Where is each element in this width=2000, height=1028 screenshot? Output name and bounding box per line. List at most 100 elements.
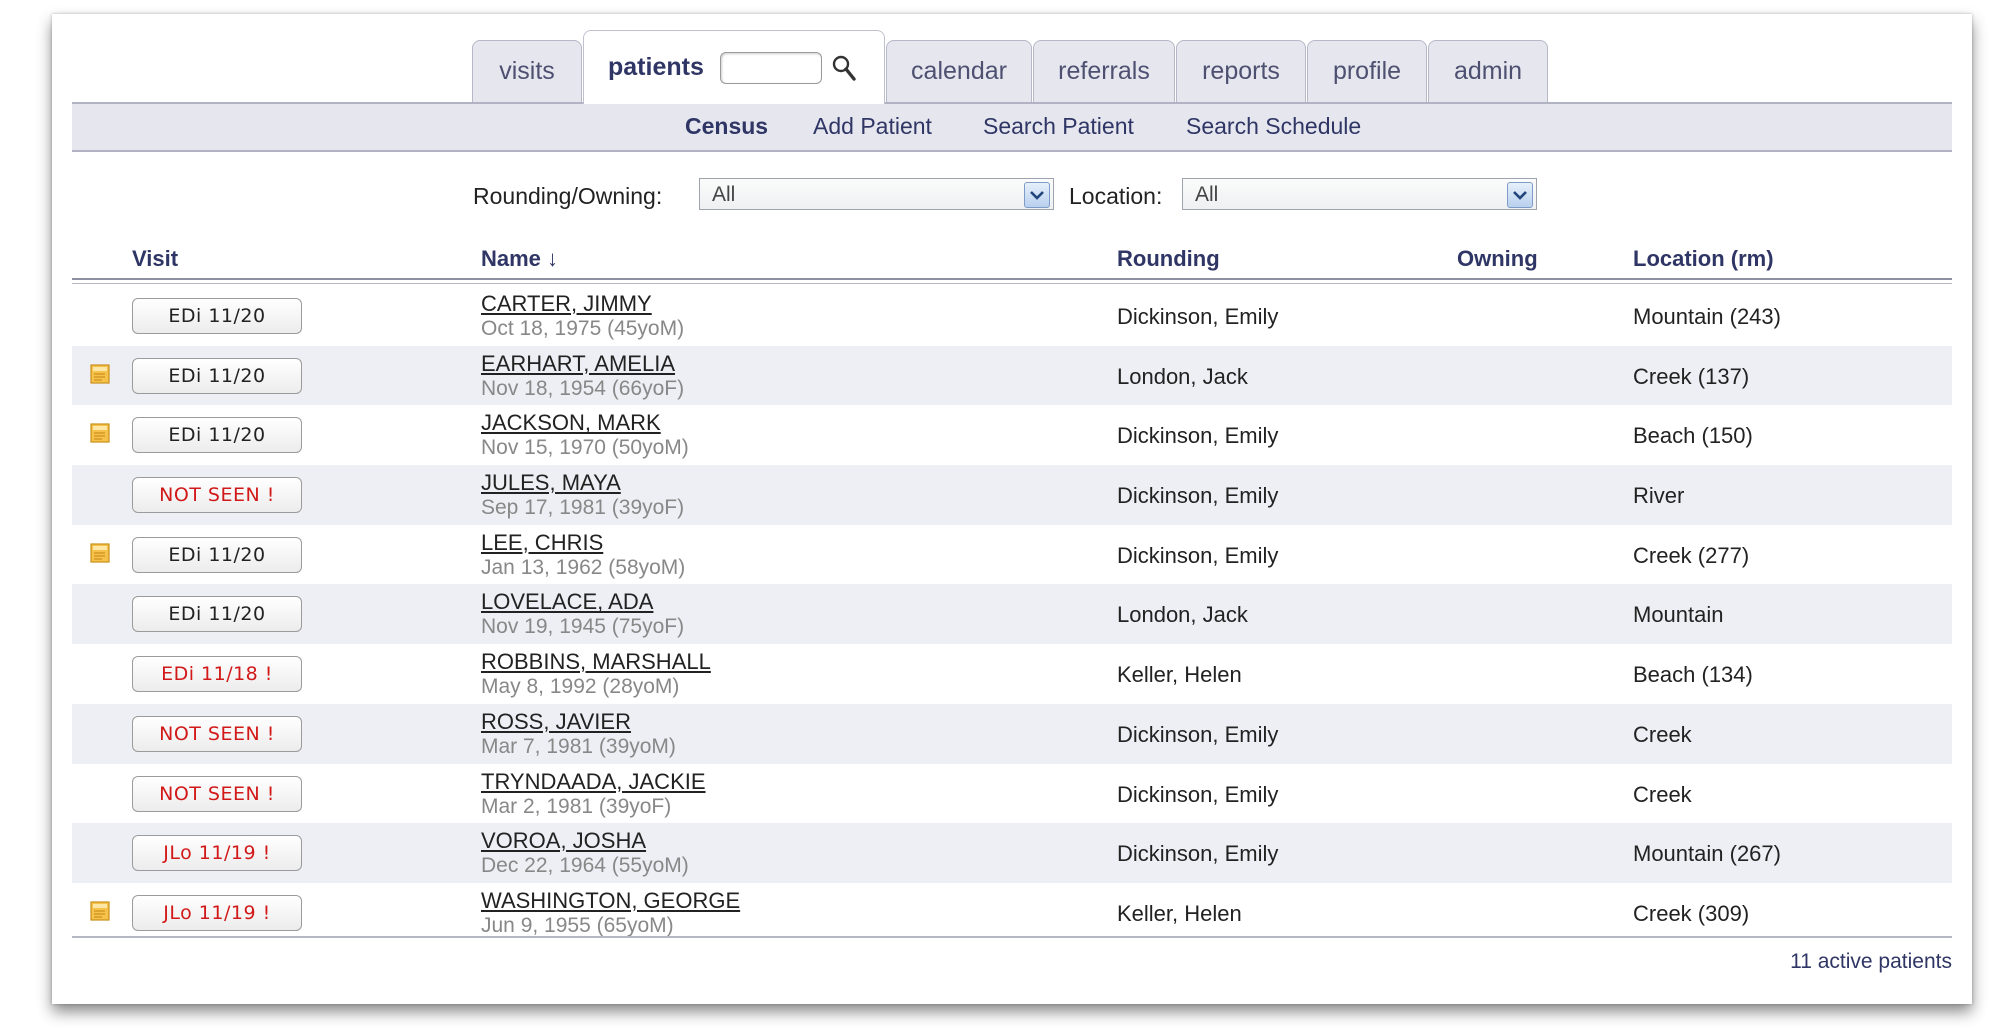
table-row: EDi 11/20 EARHART, AMELIA Nov 18, 1954 (66… (72, 345, 1952, 406)
visit-button[interactable]: EDi 11/18 ! (132, 656, 302, 693)
visit-button[interactable]: NOT SEEN ! (132, 775, 302, 812)
patient-dob: Nov 15, 1970 (50yoM) (481, 436, 689, 460)
location-select[interactable]: All (1182, 178, 1537, 210)
table-row: EDi 11/20 JACKSON, MARK Nov 15, 1970 (50yo… (72, 405, 1952, 465)
location-label: Location: (1069, 183, 1163, 209)
patient-location: Beach (150) (1633, 423, 1753, 449)
tab-admin[interactable]: admin (1428, 40, 1548, 102)
tab-visits[interactable]: visits (472, 40, 582, 102)
patient-location: Creek (309) (1633, 900, 1750, 926)
census-filters: Rounding/Owning: All Location: All (72, 178, 1952, 214)
note-icon[interactable] (90, 901, 110, 921)
table-row: EDi 11/20 LOVELACE, ADA Nov 19, 1945 (75yo… (72, 584, 1952, 645)
tab-reports[interactable]: reports (1176, 40, 1306, 102)
visit-button[interactable]: EDi 11/20 (132, 298, 302, 334)
patient-dob: May 8, 1992 (28yoM) (481, 675, 680, 699)
active-patient-count: 11 active patients (1790, 950, 1952, 973)
visit-button[interactable]: NOT SEEN ! (132, 477, 302, 514)
patient-name-link[interactable]: ROSS, JAVIER (481, 709, 631, 735)
patient-location: Beach (134) (1633, 662, 1753, 688)
header-divider-secondary (72, 283, 1952, 284)
header-divider (72, 278, 1952, 280)
visit-button[interactable]: EDi 11/20 (132, 357, 302, 394)
tab-referrals[interactable]: referrals (1033, 40, 1175, 102)
patient-name-link[interactable]: JACKSON, MARK (481, 410, 661, 436)
rounding-provider: London, Jack (1117, 363, 1248, 389)
search-icon[interactable] (830, 53, 858, 83)
visit-button[interactable]: EDi 11/20 (132, 536, 302, 573)
visit-button[interactable]: EDi 11/20 (132, 417, 302, 454)
patient-dob: Nov 18, 1954 (66yoF) (481, 376, 685, 400)
patient-location: Creek (1633, 721, 1692, 747)
census-table-body: EDi 11/20 CARTER, JIMMY Oct 18, 1975 (45yo… (72, 286, 1952, 943)
rounding-provider: Dickinson, Emily (1117, 841, 1279, 867)
patient-dob: Mar 2, 1981 (39yoF) (481, 794, 672, 818)
table-row: NOT SEEN ! JULES, MAYA Sep 17, 1981 (39yoF… (72, 465, 1952, 525)
patient-dob: Oct 18, 1975 (45yoM) (481, 317, 685, 340)
column-header-rounding[interactable]: Rounding (1117, 246, 1220, 272)
rounding-provider: Dickinson, Emily (1117, 423, 1279, 449)
patient-quick-search-input[interactable] (719, 51, 822, 84)
patient-name-link[interactable]: CARTER, JIMMY (481, 291, 652, 317)
patient-name-link[interactable]: WASHINGTON, GEORGE (481, 888, 740, 914)
subnav-search-schedule[interactable]: Search Schedule (1186, 113, 1361, 140)
patient-location: Mountain (243) (1633, 304, 1781, 329)
note-icon[interactable] (90, 423, 110, 443)
rounding-provider: London, Jack (1117, 602, 1248, 628)
table-row: NOT SEEN ! ROSS, JAVIER Mar 7, 1981 (39yoM… (72, 703, 1952, 764)
patient-name-link[interactable]: EARHART, AMELIA (481, 351, 675, 377)
visit-button[interactable]: NOT SEEN ! (132, 715, 302, 752)
rounding-provider: Dickinson, Emily (1117, 304, 1279, 329)
patient-location: Creek (137) (1633, 363, 1750, 389)
patient-location: Creek (277) (1633, 542, 1750, 568)
patient-dob: Sep 17, 1981 (39yoF) (481, 496, 685, 520)
note-icon[interactable] (90, 364, 110, 384)
patient-location: Mountain (267) (1633, 841, 1781, 867)
patient-name-link[interactable]: JULES, MAYA (481, 470, 621, 496)
patient-location: Mountain (1633, 602, 1724, 628)
patient-location: River (1633, 483, 1685, 509)
patient-dob: Nov 19, 1945 (75yoF) (481, 615, 685, 639)
patient-name-link[interactable]: LOVELACE, ADA (481, 589, 653, 615)
location-value: All (1195, 183, 1219, 206)
tab-patients[interactable]: patients (583, 30, 885, 104)
rounding-provider: Keller, Helen (1117, 662, 1242, 688)
tab-calendar[interactable]: calendar (886, 40, 1032, 102)
subnav-census[interactable]: Census (685, 113, 768, 140)
note-icon[interactable] (90, 543, 110, 563)
app-content: visits patients calendar referrals repor… (72, 14, 1952, 1004)
rounding-provider: Dickinson, Emily (1117, 483, 1279, 509)
patient-name-link[interactable]: TRYNDAADA, JACKIE (481, 769, 706, 795)
table-row: EDi 11/20 CARTER, JIMMY Oct 18, 1975 (45yo… (72, 286, 1952, 346)
column-header-name[interactable]: Name ↓ (481, 246, 558, 272)
table-row: JLo 11/19 ! WASHINGTON, GEORGE Jun 9, 1955… (72, 883, 1952, 943)
subnav-search-patient[interactable]: Search Patient (983, 113, 1134, 140)
visit-button[interactable]: EDi 11/20 (132, 596, 302, 633)
tab-patients-label: patients (608, 53, 704, 81)
rounding-owning-label: Rounding/Owning: (473, 183, 663, 209)
subnav-add-patient[interactable]: Add Patient (813, 113, 932, 140)
patient-name-link[interactable]: VOROA, JOSHA (481, 828, 646, 854)
visit-button[interactable]: JLo 11/19 ! (132, 835, 302, 872)
patient-name-link[interactable]: LEE, CHRIS (481, 530, 603, 556)
patient-dob: Jun 9, 1955 (65yoM) (481, 913, 674, 937)
rounding-provider: Keller, Helen (1117, 900, 1242, 926)
rounding-provider: Dickinson, Emily (1117, 542, 1279, 568)
table-row: EDi 11/20 LEE, CHRIS Jan 13, 1962 (58yoM) D… (72, 525, 1952, 585)
patient-dob: Dec 22, 1964 (55yoM) (481, 854, 689, 878)
main-tab-bar: visits patients calendar referrals repor… (72, 26, 1952, 104)
column-header-owning[interactable]: Owning (1457, 246, 1538, 272)
tab-profile[interactable]: profile (1307, 40, 1427, 102)
rounding-owning-select[interactable]: All (699, 178, 1054, 210)
patient-dob: Mar 7, 1981 (39yoM) (481, 734, 676, 758)
column-header-location[interactable]: Location (rm) (1633, 246, 1774, 272)
patients-subnav: Census Add Patient Search Patient Search… (72, 102, 1952, 152)
rounding-provider: Dickinson, Emily (1117, 781, 1279, 807)
app-window: visits patients calendar referrals repor… (52, 14, 1972, 1004)
chevron-down-icon (1024, 182, 1050, 208)
patient-name-link[interactable]: ROBBINS, MARSHALL (481, 649, 711, 675)
visit-button[interactable]: JLo 11/19 ! (132, 894, 302, 931)
column-header-visit[interactable]: Visit (132, 246, 178, 272)
census-table-header: Visit Name ↓ Rounding Owning Location (r… (72, 246, 1952, 274)
table-row: NOT SEEN ! TRYNDAADA, JACKIE Mar 2, 1981 (… (72, 764, 1952, 824)
